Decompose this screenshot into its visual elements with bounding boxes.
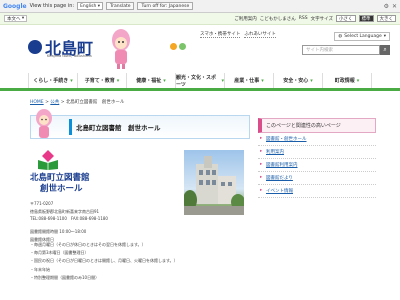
list-item: 特別整理期間（図書館のみ10日間） [30, 274, 178, 282]
sidebar-item-library[interactable]: 図書館・創世ホール [258, 133, 376, 146]
phone-fax: TEL:088-698-1100 FAX:088-698-1180 [30, 216, 108, 221]
settings-gear-icon[interactable]: ⚙ [384, 3, 389, 10]
breadcrumb-current: 北島町立図書館 創世ホール [65, 100, 125, 105]
sun-icon [170, 43, 177, 50]
nav-item-safety[interactable]: 安全・安心 ▾ [273, 73, 322, 88]
leaf-icon [179, 43, 186, 50]
library-title-line2: 創世ホール [40, 184, 83, 194]
text-size-label: 文字サイズ [310, 16, 333, 22]
site-header: 北島町 Kitajima town, Tokushima スマホ・携帯サイト ふ… [0, 25, 400, 73]
text-size-large[interactable]: 大きく [376, 15, 396, 22]
site-search: サイト内検索 ⌕ [302, 45, 390, 55]
closed-days-list: 毎週月曜日（その日が休日のときはその翌日を休館します。） 毎月第3木曜日（図書整… [30, 241, 178, 282]
translate-language-select[interactable]: English ▾ [77, 2, 104, 10]
nav-item-government[interactable]: 町政情報 ▾ [322, 73, 372, 88]
utility-strip: 本文へ ▾ ご利用案内 こどもかしまさん RSS 文字サイズ 小さく 標準 大き… [0, 13, 400, 25]
sidebar-item-library-guide[interactable]: 図書館利用案内 [258, 159, 376, 172]
text-size-standard[interactable]: 標準 [358, 15, 374, 22]
related-pages-heading: このページと関連性の高いページ [258, 118, 376, 133]
street-address: 徳島県板野郡北島町新喜来字南古田91 [30, 208, 100, 214]
language-select[interactable]: ◍ Select Language ▾ [334, 32, 390, 41]
library-title-line1: 北島町立図書館 [30, 173, 90, 183]
text-size-small[interactable]: 小さく [336, 15, 356, 22]
nav-item-childcare[interactable]: 子育て・教育 ▾ [77, 73, 126, 88]
sidebar-item-events[interactable]: イベント情報 [258, 185, 376, 198]
turn-off-button[interactable]: Turn off for: Japanese [137, 2, 194, 10]
strip-link-kids[interactable]: こどもかしまさん [260, 16, 296, 22]
header-link-mobile[interactable]: スマホ・携帯サイト [200, 31, 241, 38]
globe-icon: ◍ [338, 34, 343, 39]
chevron-down-icon: ▾ [310, 77, 313, 84]
breadcrumb-home[interactable]: HOME [30, 100, 44, 105]
chevron-down-icon: ▾ [356, 77, 360, 84]
nav-item-culture[interactable]: 観光・文化・スポーツ ▾ [175, 73, 224, 88]
mascot-small-icon [36, 109, 52, 138]
breadcrumb: HOME > 公共 > 北島町立図書館 創世ホール [30, 100, 125, 105]
mascot-icon [112, 29, 130, 69]
global-nav: くらし・手続き ▾ 子育て・教育 ▾ 健康・福祉 ▾ 観光・文化・スポーツ ▾ 産業・仕… [0, 73, 400, 91]
chevron-down-icon: ▾ [116, 77, 120, 84]
search-icon: ⌕ [383, 46, 387, 53]
chevron-down-icon: ▾ [70, 77, 73, 84]
sidebar-item-newsletter[interactable]: 図書館だより [258, 172, 376, 185]
google-logo: Google [3, 2, 27, 10]
header-links: スマホ・携帯サイト ふれあいサイト [200, 31, 276, 38]
search-button[interactable]: ⌕ [380, 45, 390, 55]
page-title-banner: 北島町立図書館 創世ホール [30, 115, 250, 139]
title-accent-bar [69, 119, 72, 135]
strip-link-guide[interactable]: ご利用案内 [234, 16, 257, 22]
list-item: 毎週月曜日（その日が休日のときはその翌日を休館します。） [30, 241, 178, 249]
sidebar-item-guide[interactable]: 利用案内 [258, 146, 376, 159]
page-title: 北島町立図書館 創世ホール [76, 124, 161, 132]
strip-link-rss[interactable]: RSS [299, 16, 308, 21]
header-icons [170, 43, 186, 50]
opening-hours: 図書館開館時間 10:00～18:00 [30, 229, 87, 234]
library-building-photo [184, 150, 244, 215]
nav-item-industry[interactable]: 産業・仕事 ▾ [224, 73, 273, 88]
list-item: 国民の祝日（その日が日曜日のときは開館し、月曜日、火曜日を休館します。） [30, 257, 178, 265]
postal-code: 〒771-0207 [30, 201, 54, 206]
list-item: 年末年始 [30, 266, 178, 274]
list-item: 毎月第3木曜日（図書整理日） [30, 249, 178, 257]
related-pages-sidebar: このページと関連性の高いページ 図書館・創世ホール 利用案内 図書館利用案内 図… [258, 118, 376, 198]
address-block: 〒771-0207 徳島県板野郡北島町新喜来字南古田91 TEL:088-698… [30, 200, 108, 223]
chevron-down-icon: ▾ [163, 77, 166, 84]
view-page-label: View this page in: [29, 3, 75, 9]
chevron-down-icon: ▾ [261, 77, 264, 84]
translate-button[interactable]: Translate [106, 2, 135, 10]
google-translate-bar: Google View this page in: English ▾ Tran… [0, 0, 400, 13]
header-link-fureai[interactable]: ふれあいサイト [244, 31, 276, 38]
library-book-icon [38, 150, 58, 170]
town-emblem-icon [28, 40, 42, 54]
breadcrumb-level1[interactable]: 公共 [50, 100, 59, 105]
skip-select[interactable]: 本文へ ▾ [4, 15, 28, 22]
close-icon[interactable]: ✕ [392, 3, 397, 10]
logo-subtitle: Kitajima town, Tokushima [47, 54, 92, 58]
library-title: 北島町立図書館 創世ホール [30, 173, 90, 195]
search-input[interactable]: サイト内検索 [302, 45, 380, 55]
nav-item-living[interactable]: くらし・手続き ▾ [28, 73, 77, 88]
nav-item-health[interactable]: 健康・福祉 ▾ [126, 73, 175, 88]
